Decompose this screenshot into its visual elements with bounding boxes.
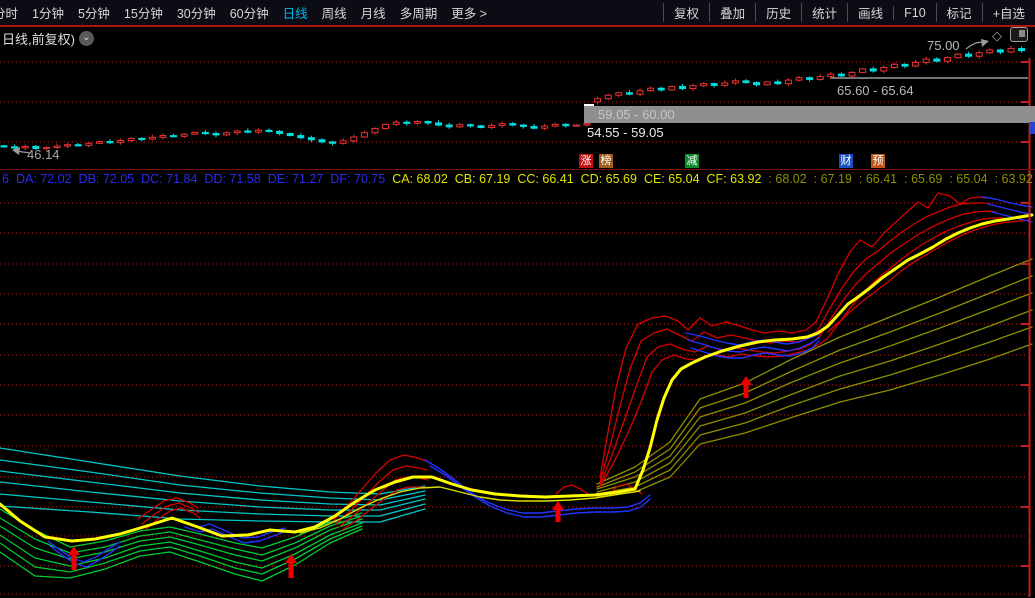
stats-button[interactable]: 统计 [801, 3, 847, 22]
gap-band-tick [584, 104, 594, 106]
panel-toggle-icon[interactable] [1010, 27, 1028, 42]
overlay-button[interactable]: 叠加 [709, 3, 755, 22]
price-label-high: 75.00 [927, 38, 960, 53]
tab-multi-period[interactable]: 多周期 [393, 3, 445, 22]
tab-1min[interactable]: 1分钟 [25, 3, 71, 22]
indicator-de: DE: 71.27 [268, 172, 324, 186]
gap-zone-lower-label: 54.55 - 59.05 [587, 125, 664, 140]
tab-weekly[interactable]: 周线 [315, 3, 354, 22]
chart-title-text: 日线,前复权) [2, 29, 75, 48]
badge-bang[interactable]: 榜 [599, 154, 613, 168]
fuquan-button[interactable]: 复权 [663, 3, 709, 22]
gap-zone-upper-label: 59.05 - 60.00 [598, 107, 675, 122]
f10-button[interactable]: F10 [893, 6, 936, 20]
chart-title: 日线,前复权) ⌄ [2, 29, 94, 48]
indicator-o3: : 66.41 [859, 172, 897, 186]
indicator-cb: CB: 67.19 [455, 172, 511, 186]
indicator-ce: CE: 65.04 [644, 172, 700, 186]
diamond-tool-icon[interactable]: ◇ [992, 28, 1002, 44]
indicator-values-row: 6 DA: 72.02 DB: 72.05 DC: 71.84 DD: 71.5… [2, 171, 1033, 187]
indicator-o1: : 68.02 [768, 172, 806, 186]
indicator-o5: : 65.04 [949, 172, 987, 186]
tab-15min[interactable]: 15分钟 [117, 3, 170, 22]
indicator-o6: : 63.92 [995, 172, 1033, 186]
drawline-button[interactable]: 画线 [847, 3, 893, 22]
indicator-dc: DC: 71.84 [141, 172, 197, 186]
tab-more[interactable]: 更多 > [444, 3, 494, 22]
indicator-df: DF: 70.75 [330, 172, 385, 186]
tab-daily[interactable]: 日线 [276, 3, 315, 22]
mark-button[interactable]: 标记 [936, 3, 982, 22]
indicator-prefix: 6 [2, 172, 9, 186]
tab-fenshi[interactable]: 分时 [0, 3, 25, 22]
tab-monthly[interactable]: 月线 [354, 3, 393, 22]
indicator-ca: CA: 68.02 [392, 172, 448, 186]
indicator-da: DA: 72.02 [16, 172, 72, 186]
tab-30min[interactable]: 30分钟 [170, 3, 223, 22]
indicator-cd: CD: 65.69 [581, 172, 637, 186]
scroll-marker[interactable] [1029, 122, 1035, 134]
history-button[interactable]: 历史 [755, 3, 801, 22]
badge-yu[interactable]: 预 [871, 154, 885, 168]
tool-buttons: 复权 叠加 历史 统计 画线 F10 标记 +自选 [663, 3, 1035, 22]
panel-toggle-inner [1019, 30, 1025, 37]
indicator-dd: DD: 71.58 [204, 172, 260, 186]
indicator-cf: CF: 63.92 [707, 172, 762, 186]
indicator-cc: CC: 66.41 [517, 172, 573, 186]
tab-60min[interactable]: 60分钟 [223, 3, 276, 22]
tab-5min[interactable]: 5分钟 [71, 3, 117, 22]
indicator-o4: : 65.69 [904, 172, 942, 186]
price-range-label: 65.60 - 65.64 [837, 83, 914, 98]
period-toolbar: 分时 1分钟 5分钟 15分钟 30分钟 60分钟 日线 周线 月线 多周期 更… [0, 0, 1035, 27]
indicator-o2: : 67.19 [814, 172, 852, 186]
tdx-chart-window: 分时 1分钟 5分钟 15分钟 30分钟 60分钟 日线 周线 月线 多周期 更… [0, 0, 1035, 598]
period-tabs: 分时 1分钟 5分钟 15分钟 30分钟 60分钟 日线 周线 月线 多周期 更… [0, 3, 494, 22]
badge-zhang[interactable]: 涨 [579, 154, 593, 168]
badge-jian[interactable]: 减 [685, 154, 699, 168]
add-watchlist-button[interactable]: +自选 [982, 3, 1035, 22]
pane-separator [0, 169, 1035, 170]
indicator-db: DB: 72.05 [79, 172, 135, 186]
chevron-down-icon[interactable]: ⌄ [79, 31, 94, 46]
badge-cai[interactable]: 财 [839, 154, 853, 168]
chart-area: 日线,前复权) ⌄ ◇ 46.14 75.00 59.05 - 60.00 54… [0, 27, 1035, 598]
price-label-low: 46.14 [27, 147, 60, 162]
